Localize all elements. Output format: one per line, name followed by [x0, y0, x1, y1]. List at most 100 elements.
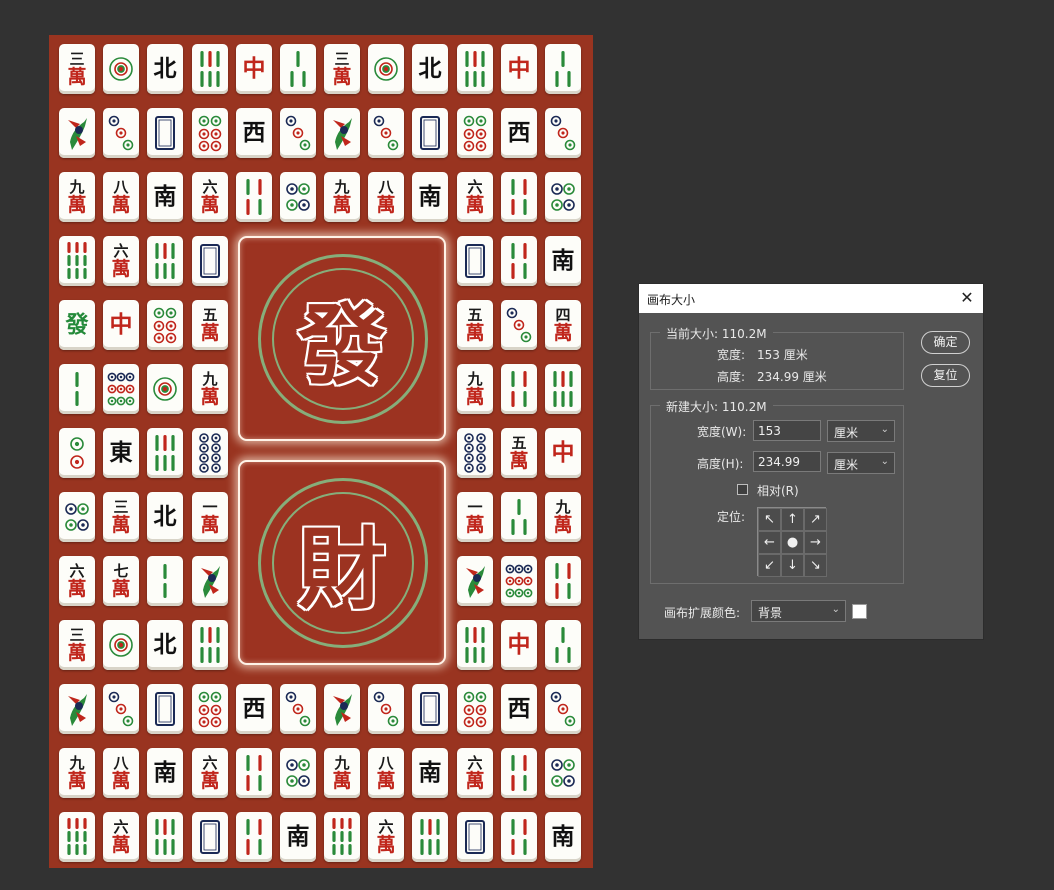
- tile-wan-char: 萬: [509, 449, 529, 472]
- tile-bird: [324, 108, 360, 158]
- tile-white-dragon: [192, 812, 228, 862]
- panel-glyph: 財: [297, 517, 386, 621]
- tile-honor: 東: [103, 428, 139, 478]
- tile-honor-char: 西: [242, 695, 266, 722]
- tile-pattern-icon: [155, 116, 175, 150]
- tile-circle: [501, 300, 537, 350]
- tile-wan-char: 萬: [332, 65, 352, 88]
- tile-bamboo: [59, 236, 95, 286]
- relative-checkbox[interactable]: [737, 484, 748, 495]
- tile-bamboo: [457, 44, 493, 94]
- ext-color-label: 画布扩展颜色:: [664, 606, 741, 620]
- tile-wan-char: 萬: [67, 65, 87, 88]
- anchor-center-dot-icon[interactable]: ●: [781, 531, 804, 554]
- tile-number: 六: [113, 817, 129, 836]
- width-input[interactable]: [753, 420, 821, 441]
- relative-label[interactable]: 相对(R): [757, 482, 799, 499]
- arrow-down-left-icon[interactable]: ↙: [758, 554, 781, 577]
- tile-pattern-icon: [465, 820, 485, 854]
- tile-bird: [59, 108, 95, 158]
- new-height-label: 高度(H):: [697, 457, 744, 471]
- width-unit-select[interactable]: 厘米 ⌄: [827, 420, 895, 442]
- feature-panel: 發: [238, 236, 446, 441]
- tile-bamboo: [147, 812, 183, 862]
- tile-honor-char: 南: [551, 247, 575, 274]
- tile-bamboo: [192, 620, 228, 670]
- reset-button[interactable]: 复位: [921, 364, 970, 387]
- tile-wan-char: 萬: [465, 321, 485, 344]
- tile-bamboo: [147, 236, 183, 286]
- tile-character: 八萬: [368, 748, 404, 798]
- tile-circle: [280, 684, 316, 734]
- arrow-down-icon[interactable]: ↓: [781, 554, 804, 577]
- height-unit-select[interactable]: 厘米 ⌄: [827, 452, 895, 474]
- tile-pattern-icon: [555, 563, 571, 599]
- current-size-group: 当前大小: 110.2M 宽度: 153 厘米 高度: 234.99 厘米: [650, 325, 904, 390]
- arrow-down-right-icon[interactable]: ↘: [804, 554, 827, 577]
- ext-color-select[interactable]: 背景 ⌄: [751, 600, 846, 622]
- tile-circle: [280, 172, 316, 222]
- tile-wan-char: 萬: [111, 513, 131, 536]
- tile-character: 五萬: [501, 428, 537, 478]
- tile-wan-char: 萬: [67, 769, 87, 792]
- tile-number: 九: [334, 753, 350, 772]
- arrow-up-right-icon[interactable]: ↗: [804, 508, 827, 531]
- tile-character: 六萬: [59, 556, 95, 606]
- tile-honor-char: 南: [153, 183, 177, 210]
- anchor-label: 定位:: [717, 510, 746, 524]
- tile-pattern-icon: [200, 627, 220, 663]
- tile-pattern-icon: [286, 183, 310, 211]
- tile-wan-char: 萬: [200, 321, 220, 344]
- ext-color-swatch[interactable]: [852, 604, 867, 619]
- arrow-right-icon[interactable]: →: [804, 531, 827, 554]
- tile-pattern-icon: [107, 372, 135, 406]
- tile-honor-char: 西: [507, 695, 531, 722]
- tile-circle: [280, 108, 316, 158]
- tile-character: 六萬: [192, 172, 228, 222]
- tile-pattern-icon: [333, 694, 352, 726]
- new-size-group: 新建大小: 110.2M 宽度(W): 厘米 ⌄ 高度(H): 厘米 ⌄ 相对(…: [650, 398, 904, 584]
- tile-honor: 中: [545, 428, 581, 478]
- tile-character: 三萬: [59, 44, 95, 94]
- tile-character: 六萬: [103, 812, 139, 862]
- tile-bamboo: [236, 748, 272, 798]
- tile-number: 三: [334, 49, 350, 68]
- tile-pattern-icon: [465, 244, 485, 278]
- tile-circle: [192, 428, 228, 478]
- tile-circle: [368, 44, 404, 94]
- tile-circle: [103, 108, 139, 158]
- tile-honor: 發: [59, 300, 95, 350]
- tile-character: 五萬: [192, 300, 228, 350]
- tile-circle: [192, 108, 228, 158]
- tile-pattern-icon: [163, 564, 167, 598]
- ok-button[interactable]: 确定: [921, 331, 970, 354]
- tile-number: 九: [555, 497, 571, 516]
- tile-number: 五: [467, 305, 483, 324]
- tile-wan-char: 萬: [465, 769, 485, 792]
- tile-number: 六: [202, 177, 218, 196]
- tile-pattern-icon: [555, 627, 571, 663]
- canvas-document: 三萬北中三萬北中西西九萬八萬南六萬九萬八萬南六萬六萬南發中五萬五萬四萬九萬九萬東…: [49, 35, 593, 868]
- tile-pattern-icon: [70, 437, 84, 469]
- tile-number: 三: [69, 625, 85, 644]
- tile-character: 六萬: [368, 812, 404, 862]
- height-input[interactable]: [753, 451, 821, 472]
- tile-character: 三萬: [324, 44, 360, 94]
- tile-honor-char: 北: [153, 503, 177, 530]
- tile-character: 九萬: [324, 748, 360, 798]
- arrow-up-left-icon[interactable]: ↖: [758, 508, 781, 531]
- arrow-left-icon[interactable]: ←: [758, 531, 781, 554]
- tile-wan-char: 萬: [200, 193, 220, 216]
- tile-bamboo: [192, 44, 228, 94]
- tile-pattern-icon: [550, 115, 576, 151]
- close-icon[interactable]: ✕: [957, 288, 977, 308]
- tile-character: 九萬: [192, 364, 228, 414]
- tile-honor: 中: [501, 44, 537, 94]
- tile-pattern-icon: [373, 115, 399, 151]
- tile-circle: [280, 748, 316, 798]
- tile-character: 九萬: [59, 172, 95, 222]
- tile-bamboo: [545, 364, 581, 414]
- arrow-up-icon[interactable]: ↑: [781, 508, 804, 531]
- tile-circle: [59, 492, 95, 542]
- tile-pattern-icon: [246, 819, 262, 855]
